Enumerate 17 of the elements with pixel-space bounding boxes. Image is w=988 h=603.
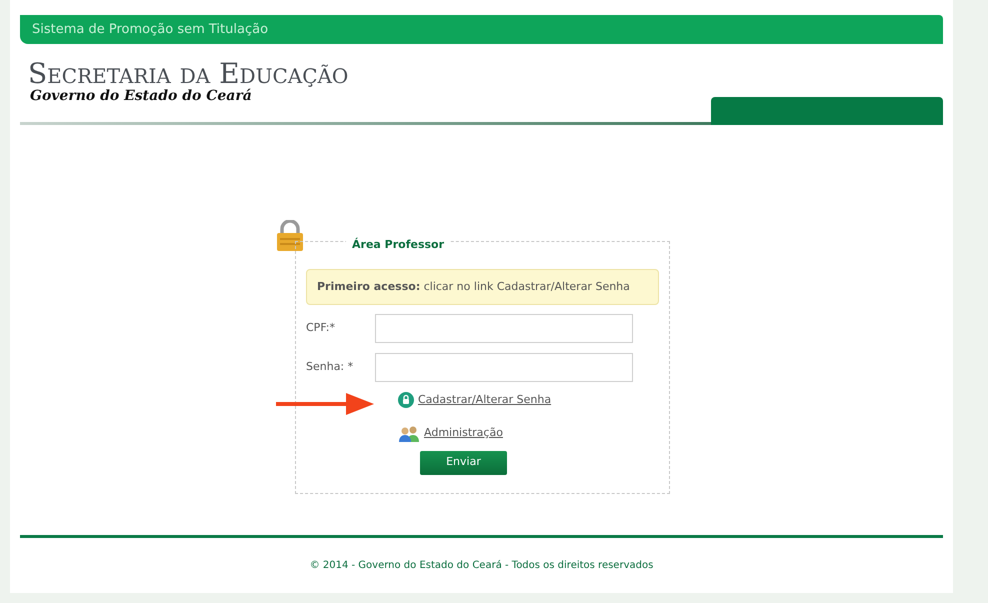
site-title: Secretaria da Educação: [28, 60, 350, 88]
field-label: CPF:*: [305, 320, 336, 336]
submit-button[interactable]: Enviar: [420, 450, 507, 474]
lock-icon: [398, 392, 414, 408]
users-icon: [398, 424, 420, 442]
input-field[interactable]: [375, 353, 633, 382]
field-label: Senha: *: [305, 359, 354, 376]
site-subtitle: Governo do Estado do Ceará: [29, 88, 253, 104]
notice-text: Primeiro acesso: clicar no link Cadastrar/Alterar Senha: [317, 278, 630, 295]
panel-title: Área Professor: [352, 238, 444, 251]
text-link[interactable]: Administração: [424, 425, 503, 442]
padlock-icon: [275, 220, 305, 252]
footer-text: © 2014 - Governo do Estado do Ceará - Todos os direitos reservados: [310, 559, 654, 573]
input-field[interactable]: [375, 314, 633, 343]
top-banner: Sistema de Promoção sem Titulação: [20, 15, 943, 44]
arrow-icon: [276, 393, 374, 415]
text-link[interactable]: Cadastrar/Alterar Senha: [418, 392, 552, 408]
